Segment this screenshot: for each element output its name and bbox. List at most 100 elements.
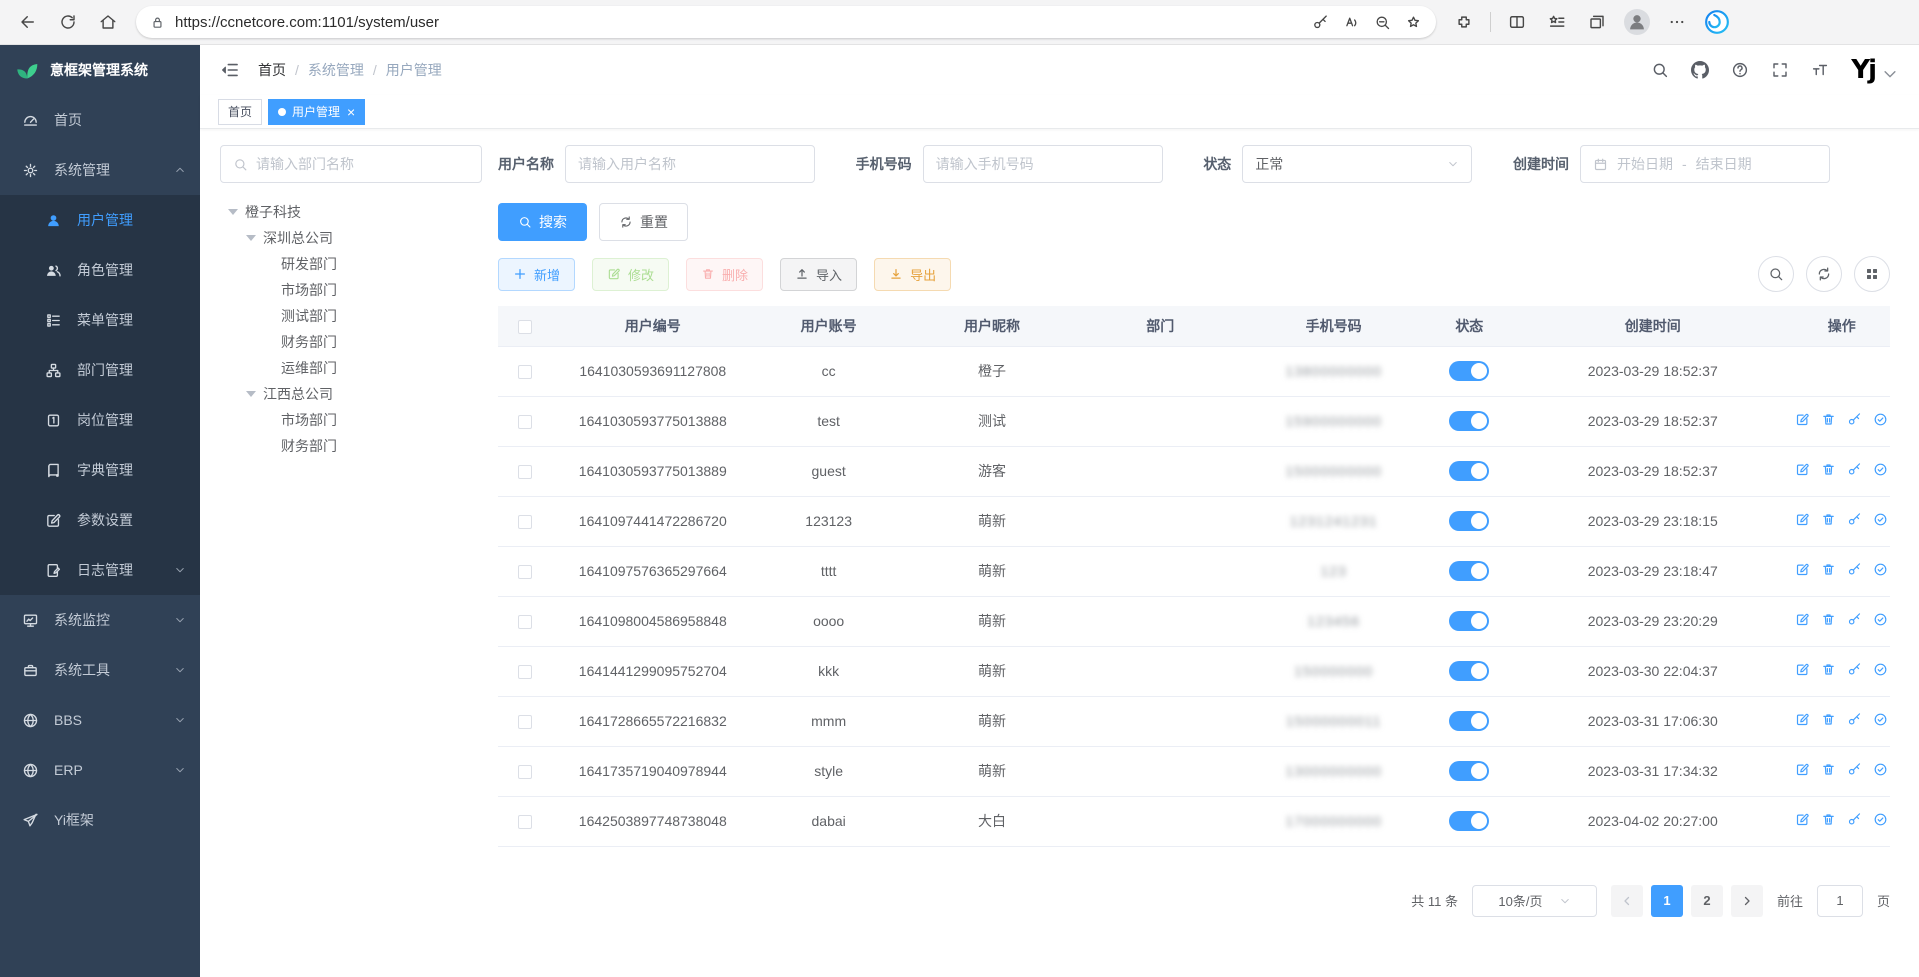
delete-user-icon[interactable] xyxy=(1821,462,1836,477)
favorite-add-icon[interactable] xyxy=(1405,14,1422,31)
font-size-icon[interactable] xyxy=(1811,61,1829,79)
extensions-icon[interactable] xyxy=(1446,5,1482,39)
edit-user-icon[interactable] xyxy=(1795,812,1810,827)
sidebar-item-home[interactable]: 首页 xyxy=(0,95,200,145)
lock-icon[interactable] xyxy=(150,15,165,30)
delete-user-icon[interactable] xyxy=(1821,762,1836,777)
status-toggle[interactable] xyxy=(1449,361,1489,381)
reset-password-icon[interactable] xyxy=(1847,662,1862,677)
collections-icon[interactable] xyxy=(1579,5,1615,39)
url-text[interactable]: https://ccnetcore.com:1101/system/user xyxy=(175,14,1302,31)
edit-user-icon[interactable] xyxy=(1795,762,1810,777)
add-button[interactable]: 新增 xyxy=(498,258,575,291)
edit-user-icon[interactable] xyxy=(1795,612,1810,627)
tab-home[interactable]: 首页 xyxy=(218,99,262,125)
edit-user-icon[interactable] xyxy=(1795,512,1810,527)
help-icon[interactable] xyxy=(1731,61,1749,79)
row-checkbox[interactable] xyxy=(518,765,532,779)
reset-password-icon[interactable] xyxy=(1847,412,1862,427)
github-icon[interactable] xyxy=(1691,61,1709,79)
sidebar-item-system-mgmt[interactable]: 系统管理 xyxy=(0,145,200,195)
date-range-picker[interactable]: 开始日期 - 结束日期 xyxy=(1580,145,1830,183)
user-avatar-menu[interactable]: Yj xyxy=(1851,57,1899,83)
tree-node[interactable]: 市场部门 xyxy=(220,407,482,433)
row-checkbox[interactable] xyxy=(518,465,532,479)
delete-user-icon[interactable] xyxy=(1821,512,1836,527)
home-icon[interactable] xyxy=(90,5,126,39)
search-button[interactable]: 搜索 xyxy=(498,203,587,241)
assign-role-icon[interactable] xyxy=(1873,512,1888,527)
tree-node[interactable]: 研发部门 xyxy=(220,251,482,277)
avatar[interactable]: Yj xyxy=(1851,57,1875,83)
assign-role-icon[interactable] xyxy=(1873,612,1888,627)
assign-role-icon[interactable] xyxy=(1873,662,1888,677)
tree-node[interactable]: 财务部门 xyxy=(220,433,482,459)
column-settings-button[interactable] xyxy=(1854,256,1890,292)
tree-node[interactable]: 测试部门 xyxy=(220,303,482,329)
row-checkbox[interactable] xyxy=(518,715,532,729)
status-toggle[interactable] xyxy=(1449,511,1489,531)
tab-user-mgmt[interactable]: 用户管理× xyxy=(268,99,365,125)
sidebar-item-dict-mgmt[interactable]: 字典管理 xyxy=(0,445,200,495)
breadcrumb-home[interactable]: 首页 xyxy=(258,60,286,80)
row-checkbox[interactable] xyxy=(518,665,532,679)
page-button-2[interactable]: 2 xyxy=(1691,885,1723,917)
profile-avatar[interactable] xyxy=(1619,5,1655,39)
tree-node[interactable]: 橙子科技 xyxy=(220,199,482,225)
reset-button[interactable]: 重置 xyxy=(599,203,688,241)
reset-password-icon[interactable] xyxy=(1847,562,1862,577)
import-button[interactable]: 导入 xyxy=(780,258,857,291)
sidebar-item-log-mgmt[interactable]: 日志管理 xyxy=(0,545,200,595)
reset-password-icon[interactable] xyxy=(1847,612,1862,627)
phone-input[interactable]: 请输入手机号码 xyxy=(923,145,1163,183)
sidebar-item-system-tools[interactable]: 系统工具 xyxy=(0,645,200,695)
status-toggle[interactable] xyxy=(1449,661,1489,681)
select-all-checkbox[interactable] xyxy=(518,320,532,334)
tree-node[interactable]: 深圳总公司 xyxy=(220,225,482,251)
assign-role-icon[interactable] xyxy=(1873,712,1888,727)
tree-node[interactable]: 财务部门 xyxy=(220,329,482,355)
tree-node[interactable]: 运维部门 xyxy=(220,355,482,381)
assign-role-icon[interactable] xyxy=(1873,762,1888,777)
refresh-table-button[interactable] xyxy=(1806,256,1842,292)
sidebar-item-param-settings[interactable]: 参数设置 xyxy=(0,495,200,545)
reset-password-icon[interactable] xyxy=(1847,712,1862,727)
delete-user-icon[interactable] xyxy=(1821,412,1836,427)
goto-page-input[interactable]: 1 xyxy=(1817,885,1863,917)
row-checkbox[interactable] xyxy=(518,515,532,529)
sidebar-item-menu-mgmt[interactable]: 菜单管理 xyxy=(0,295,200,345)
tree-node[interactable]: 市场部门 xyxy=(220,277,482,303)
row-checkbox[interactable] xyxy=(518,415,532,429)
status-toggle[interactable] xyxy=(1449,461,1489,481)
row-checkbox[interactable] xyxy=(518,365,532,379)
sidebar-item-post-mgmt[interactable]: 岗位管理 xyxy=(0,395,200,445)
address-bar[interactable]: https://ccnetcore.com:1101/system/user xyxy=(136,6,1436,38)
assign-role-icon[interactable] xyxy=(1873,462,1888,477)
zoom-out-icon[interactable] xyxy=(1374,14,1391,31)
edit-button[interactable]: 修改 xyxy=(592,258,669,291)
status-toggle[interactable] xyxy=(1449,611,1489,631)
favorites-list-icon[interactable] xyxy=(1539,5,1575,39)
dept-search-input[interactable]: 请输入部门名称 xyxy=(220,145,482,183)
page-size-select[interactable]: 10条/页 xyxy=(1472,885,1597,917)
edit-user-icon[interactable] xyxy=(1795,712,1810,727)
export-button[interactable]: 导出 xyxy=(874,258,951,291)
next-page-button[interactable] xyxy=(1731,885,1763,917)
edit-user-icon[interactable] xyxy=(1795,662,1810,677)
tree-node[interactable]: 江西总公司 xyxy=(220,381,482,407)
sidebar-item-erp[interactable]: ERP xyxy=(0,745,200,795)
edit-user-icon[interactable] xyxy=(1795,562,1810,577)
reset-password-icon[interactable] xyxy=(1847,762,1862,777)
row-checkbox[interactable] xyxy=(518,565,532,579)
delete-user-icon[interactable] xyxy=(1821,562,1836,577)
delete-user-icon[interactable] xyxy=(1821,662,1836,677)
status-toggle[interactable] xyxy=(1449,411,1489,431)
toggle-search-button[interactable] xyxy=(1758,256,1794,292)
split-screen-icon[interactable] xyxy=(1499,5,1535,39)
more-menu-icon[interactable] xyxy=(1659,5,1695,39)
delete-user-icon[interactable] xyxy=(1821,712,1836,727)
read-aloud-icon[interactable] xyxy=(1343,14,1360,31)
delete-button[interactable]: 删除 xyxy=(686,258,763,291)
sidebar-item-role-mgmt[interactable]: 角色管理 xyxy=(0,245,200,295)
sidebar-fold-icon[interactable] xyxy=(220,60,240,80)
